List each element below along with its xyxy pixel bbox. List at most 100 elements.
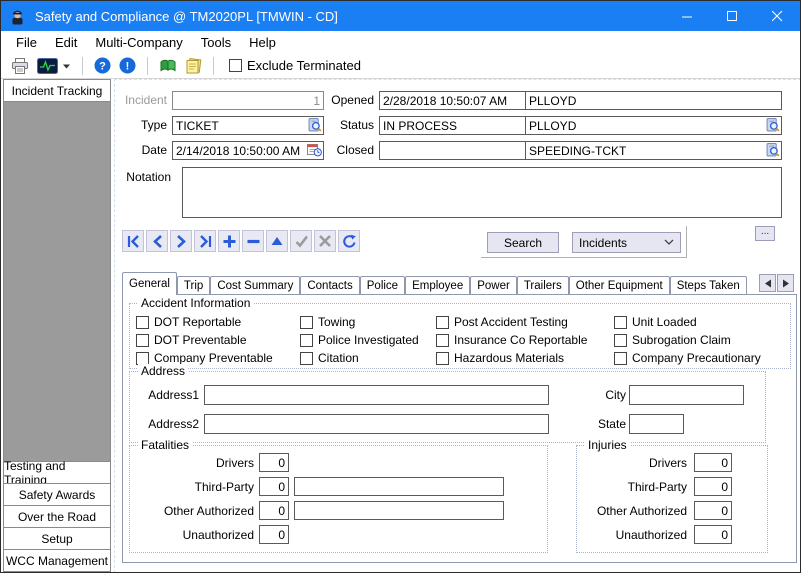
checkbox-box[interactable] [614,316,627,329]
address1-input[interactable] [204,385,549,405]
menu-help[interactable]: Help [240,33,285,52]
tab-cost-summary[interactable]: Cost Summary [210,276,300,295]
root-cause-input[interactable] [525,141,782,160]
minimize-button[interactable] [665,1,710,31]
address2-field[interactable] [204,414,549,434]
opened-field[interactable] [379,91,542,110]
state-field[interactable] [629,414,684,434]
move-up-button[interactable] [266,230,288,252]
fatalities-drivers-input[interactable] [259,453,289,472]
sidebar-item-setup[interactable]: Setup [4,527,110,549]
type-input[interactable] [172,116,324,135]
add-record-button[interactable] [218,230,240,252]
date-field[interactable] [172,141,324,160]
checkbox-box[interactable] [614,352,627,365]
tab-contacts[interactable]: Contacts [300,276,359,295]
checkbox-box[interactable] [614,334,627,347]
closed-input[interactable] [379,141,542,160]
injuries-third-party-input[interactable] [694,477,732,496]
sidebar-item-incident-tracking[interactable]: Incident Tracking [4,80,110,102]
checkbox-box[interactable] [300,316,313,329]
tab-scroll-right-button[interactable] [777,274,794,292]
injuries-other-authorized-input[interactable] [694,501,732,520]
injuries-drivers-input[interactable] [694,453,732,472]
responsible-input[interactable] [525,116,782,135]
checkbox-box[interactable] [136,316,149,329]
checkbox-box[interactable] [136,352,149,365]
sidebar-item-safety-awards[interactable]: Safety Awards [4,483,110,505]
menu-tools[interactable]: Tools [192,33,240,52]
delete-record-button[interactable] [242,230,264,252]
status-field[interactable] [379,116,542,135]
tab-power[interactable]: Power [470,276,517,295]
checkbox-towing[interactable]: Towing [300,315,436,329]
type-field[interactable] [172,116,324,135]
checkbox-insurance-co-reportable[interactable]: Insurance Co Reportable [436,333,614,347]
exclude-terminated-checkbox[interactable] [229,59,242,72]
checkbox-dot-reportable[interactable]: DOT Reportable [136,315,300,329]
sidebar-item-wcc-management[interactable]: WCC Management [4,549,110,571]
checkbox-box[interactable] [436,316,449,329]
cancel-button[interactable] [314,230,336,252]
checkbox-hazardous-materials[interactable]: Hazardous Materials [436,351,614,365]
fatalities-other-authorized-detail-input[interactable] [294,501,504,520]
checkbox-box[interactable] [436,352,449,365]
responsible-field[interactable] [525,116,782,135]
maximize-button[interactable] [710,1,755,31]
checkbox-dot-preventable[interactable]: DOT Preventable [136,333,300,347]
address2-input[interactable] [204,414,549,434]
calendar-clock-icon[interactable] [307,143,322,162]
checkbox-box[interactable] [136,334,149,347]
checkbox-box[interactable] [436,334,449,347]
menu-multi-company[interactable]: Multi-Company [86,33,191,52]
tab-trailers[interactable]: Trailers [517,276,569,295]
info-icon[interactable]: ! [119,57,136,74]
previous-record-button[interactable] [146,230,168,252]
fatalities-other-authorized-input[interactable] [259,501,289,520]
monitor-dropdown-icon[interactable] [62,62,71,70]
sidebar-item-over-the-road[interactable]: Over the Road [4,505,110,527]
fatalities-third-party-input[interactable] [259,477,289,496]
tab-employee[interactable]: Employee [405,276,470,295]
checkbox-company-preventable[interactable]: Company Preventable [136,351,300,365]
address1-field[interactable] [204,385,549,405]
accept-button[interactable] [290,230,312,252]
checkbox-company-precautionary[interactable]: Company Precautionary [614,351,761,365]
notation-textarea[interactable] [182,167,782,218]
date-input[interactable] [172,141,324,160]
fatalities-unauthorized-input[interactable] [259,525,289,544]
root-cause-field[interactable] [525,141,782,160]
menu-edit[interactable]: Edit [46,33,86,52]
user-id-input[interactable] [525,91,782,110]
book-icon[interactable] [159,58,177,73]
tab-other-equipment[interactable]: Other Equipment [569,276,670,295]
monitor-icon[interactable] [37,58,58,74]
state-input[interactable] [629,414,684,434]
more-options-button[interactable]: ... [755,226,775,241]
print-icon[interactable] [11,58,29,74]
status-input[interactable] [379,116,542,135]
last-record-button[interactable] [194,230,216,252]
user-id-field[interactable] [525,91,782,110]
first-record-button[interactable] [122,230,144,252]
checkbox-citation[interactable]: Citation [300,351,436,365]
search-button[interactable]: Search [487,232,559,253]
opened-input[interactable] [379,91,542,110]
checkbox-box[interactable] [300,352,313,365]
tab-steps-taken[interactable]: Steps Taken [670,276,747,295]
tab-general[interactable]: General [122,272,177,295]
checkbox-unit-loaded[interactable]: Unit Loaded [614,315,761,329]
notes-icon[interactable] [185,58,202,74]
city-field[interactable] [629,385,744,405]
help-icon[interactable]: ? [94,57,111,74]
checkbox-subrogation-claim[interactable]: Subrogation Claim [614,333,761,347]
sidebar-item-testing-and-training[interactable]: Testing and Training [4,461,110,483]
lookup-icon[interactable] [308,118,322,137]
record-type-select[interactable]: Incidents [572,232,681,253]
checkbox-box[interactable] [300,334,313,347]
tab-scroll-left-button[interactable] [759,274,776,292]
tab-police[interactable]: Police [360,276,405,295]
lookup-icon[interactable] [766,143,780,162]
city-input[interactable] [629,385,744,405]
refresh-button[interactable] [338,230,360,252]
